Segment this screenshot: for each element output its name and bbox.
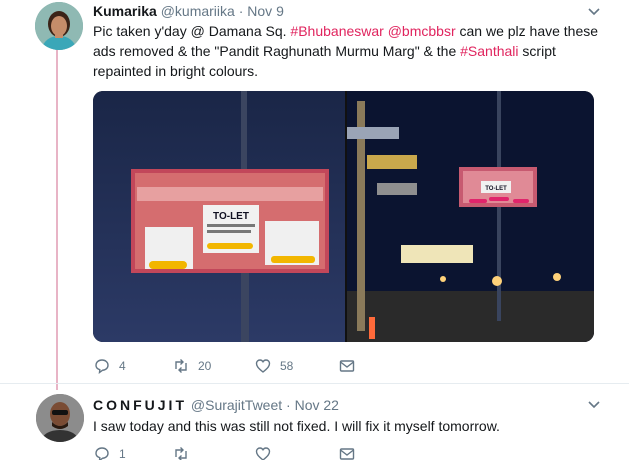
media-grid: TO-LET TO-LET xyxy=(93,91,594,342)
user-handle[interactable]: @kumariika xyxy=(161,3,235,19)
reply-button[interactable]: 1 xyxy=(93,446,172,460)
dm-button[interactable] xyxy=(338,446,364,460)
retweet-count: 20 xyxy=(198,359,212,373)
timestamp[interactable]: Nov 22 xyxy=(295,397,339,413)
display-name[interactable]: Kumarika xyxy=(93,3,157,19)
text-segment: Pic taken y'day @ Damana Sq. xyxy=(93,23,291,39)
tweet-header: Kumarika @kumariika · Nov 9 xyxy=(93,3,284,19)
hashtag-link[interactable]: #Santhali xyxy=(460,43,518,59)
separator-dot: · xyxy=(286,397,291,413)
reply-count: 4 xyxy=(119,359,126,373)
display-name[interactable]: CONFUJIT xyxy=(93,397,187,413)
separator-dot: · xyxy=(238,3,244,19)
chevron-down-icon[interactable] xyxy=(587,5,601,19)
reply-count: 1 xyxy=(119,447,126,460)
like-count: 58 xyxy=(280,359,294,373)
photo-sign-board[interactable]: TO-LET xyxy=(93,91,345,342)
retweet-button[interactable]: 20 xyxy=(172,358,254,374)
tweet-text: I saw today and this was still not fixed… xyxy=(93,418,500,434)
mention-link[interactable]: @bmcbbsr xyxy=(388,23,456,39)
tweet[interactable]: Kumarika @kumariika · Nov 9 Pic taken y'… xyxy=(0,0,629,383)
tweet-actions: 4 20 58 xyxy=(93,358,364,375)
reply-icon xyxy=(95,447,109,460)
avatar[interactable] xyxy=(35,2,83,50)
sign-text: TO-LET xyxy=(485,186,507,192)
dm-button[interactable] xyxy=(338,358,364,374)
like-button[interactable]: 58 xyxy=(254,358,338,374)
tweet[interactable]: CONFUJIT @SurajitTweet · Nov 22 I saw to… xyxy=(0,383,629,460)
chevron-down-icon[interactable] xyxy=(587,398,601,412)
heart-icon xyxy=(255,447,271,460)
photo-street-scene[interactable]: TO-LET xyxy=(347,91,594,342)
timestamp[interactable]: Nov 9 xyxy=(247,3,284,19)
avatar-image xyxy=(36,394,84,442)
user-handle[interactable]: @SurajitTweet xyxy=(191,397,282,413)
hashtag-link[interactable]: #Bhubaneswar xyxy=(290,23,383,39)
retweet-icon xyxy=(175,359,187,373)
heart-icon xyxy=(255,359,271,373)
tweet-header: CONFUJIT @SurajitTweet · Nov 22 xyxy=(93,397,339,413)
retweet-button[interactable] xyxy=(172,446,254,460)
tweet-actions: 1 xyxy=(93,446,364,460)
tweet-text: Pic taken y'day @ Damana Sq. #Bhubaneswa… xyxy=(93,21,618,81)
reply-icon xyxy=(95,359,109,375)
like-button[interactable] xyxy=(254,446,338,460)
avatar-image xyxy=(35,2,83,50)
reply-button[interactable]: 4 xyxy=(93,358,172,375)
retweet-icon xyxy=(175,447,187,460)
sign-text: TO-LET xyxy=(213,211,249,222)
mail-icon xyxy=(339,360,355,372)
mail-icon xyxy=(339,448,355,460)
avatar[interactable] xyxy=(36,394,84,442)
